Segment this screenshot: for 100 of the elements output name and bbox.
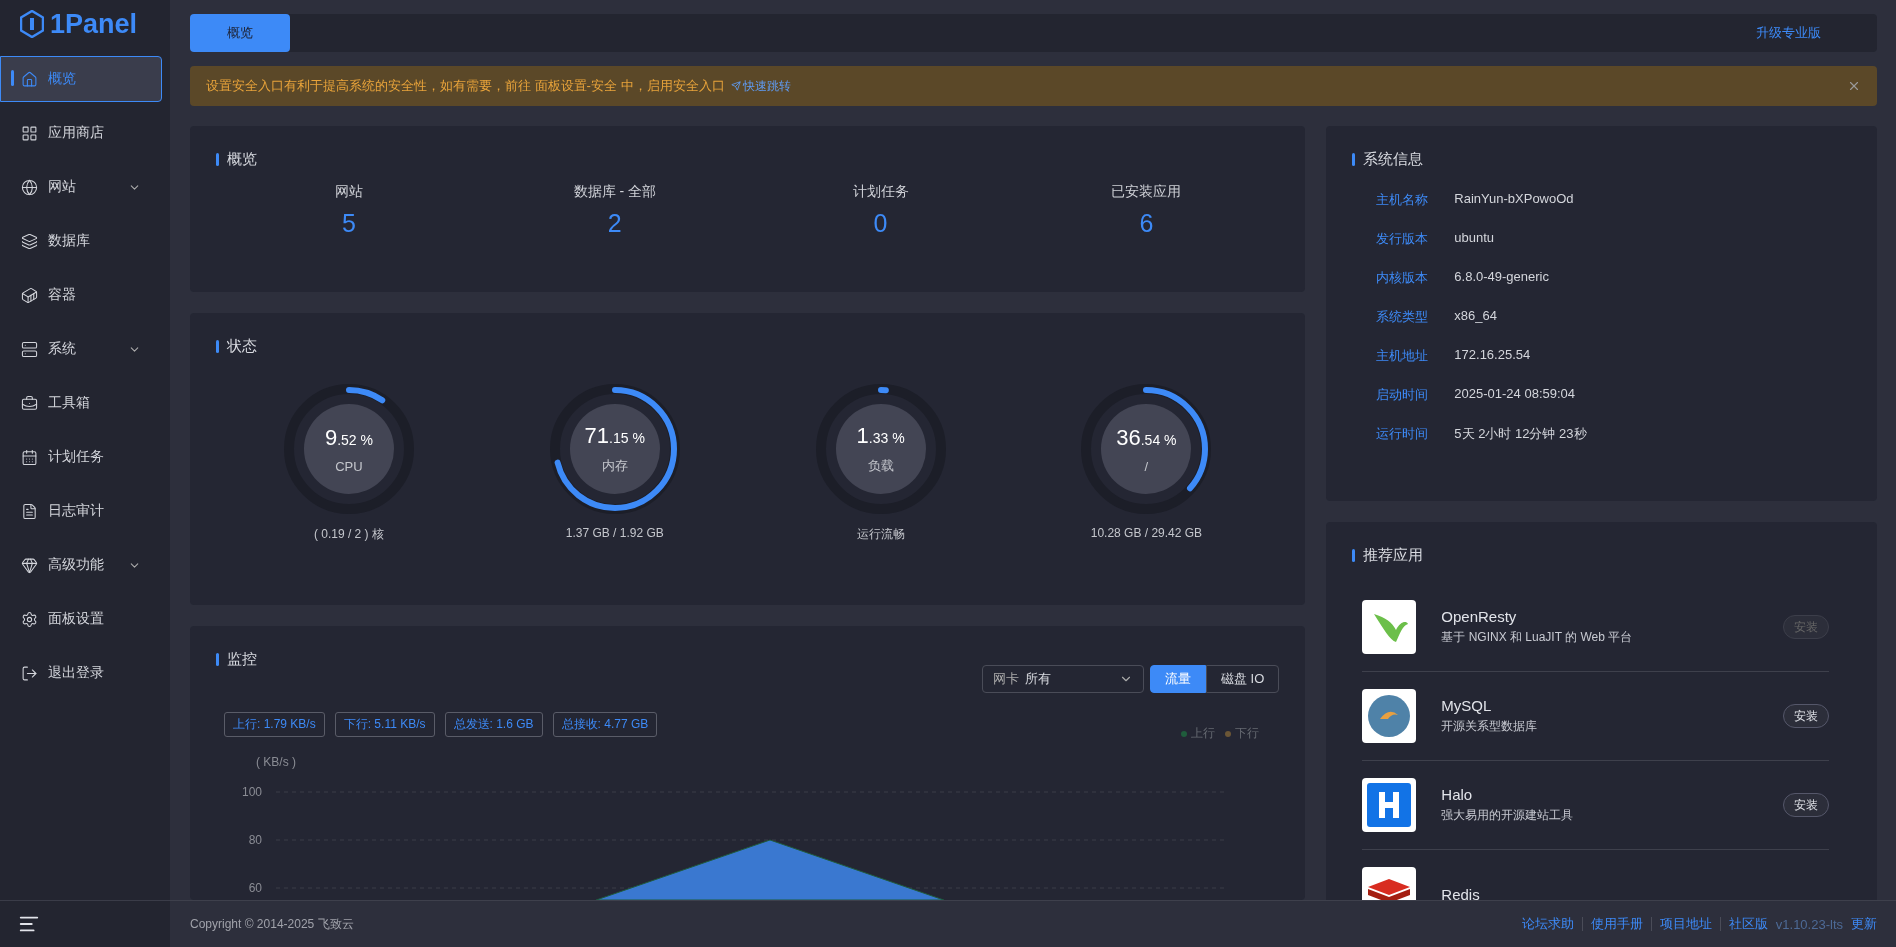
sidebar-item[interactable]: 应用商店	[0, 110, 162, 156]
axis-unit: ( KB/s )	[256, 755, 296, 769]
container-icon	[21, 286, 38, 304]
stat-value[interactable]: 0	[873, 209, 888, 238]
sidebar-item[interactable]: 容器	[0, 272, 162, 318]
layers-icon	[21, 232, 38, 250]
copyright-text: Copyright © 2014-2025 飞致云	[190, 915, 354, 933]
traffic-tag: 总发送: 1.6 GB	[444, 712, 543, 737]
traffic-tag: 总接收: 4.77 GB	[552, 712, 658, 737]
card-title: 推荐应用	[1352, 546, 1851, 565]
gauge-label: 内存	[601, 457, 628, 475]
gauge-label: 负载	[867, 457, 894, 475]
sidebar-item[interactable]: 退出登录	[0, 650, 162, 696]
stat-value[interactable]: 5	[341, 209, 356, 238]
stat-label: 网站	[334, 183, 363, 201]
footer-link[interactable]: 社区版	[1728, 915, 1768, 933]
gauge-detail: ( 0.19 / 2 ) 核	[313, 526, 384, 543]
tab[interactable]: 概览	[190, 14, 290, 52]
square-logo-icon	[1362, 778, 1417, 832]
gauge-detail: 10.28 GB / 29.42 GB	[1090, 526, 1203, 540]
traffic-tag: 下行: 5.11 KB/s	[334, 712, 435, 737]
diamond-icon	[21, 556, 38, 574]
footer-link[interactable]: 使用手册	[1590, 915, 1643, 933]
sidebar-item[interactable]: 计划任务	[0, 434, 162, 480]
gauge-value: 1.33 %	[856, 423, 905, 449]
stat-value[interactable]: 2	[607, 209, 622, 238]
calendar-icon	[21, 448, 38, 466]
tick-label: 100	[241, 785, 262, 799]
info-label: 主机地址	[1376, 347, 1430, 365]
card-title: 系统信息	[1352, 150, 1851, 169]
gauge-detail: 1.37 GB / 1.92 GB	[565, 526, 664, 540]
footer-link[interactable]: 项目地址	[1659, 915, 1712, 933]
info-value: 2025-01-24 08:59:04	[1454, 386, 1576, 403]
stat-value[interactable]: 6	[1139, 209, 1154, 238]
app-name: Redis	[1441, 885, 1481, 900]
sidebar-item[interactable]: 面板设置	[0, 596, 162, 642]
logo-text: 1Panel	[50, 8, 138, 40]
info-value: x86_64	[1454, 308, 1497, 325]
app-description: 强大易用的开源建站工具	[1441, 807, 1575, 824]
hexagon-logo-icon	[20, 10, 44, 38]
alert-link[interactable]: 快速跳转	[730, 77, 791, 95]
tick-label: 80	[248, 833, 262, 847]
alert-message: 设置安全入口有利于提高系统的安全性，如有需要，前往 面板设置-安全 中，启用安全入口	[206, 77, 725, 95]
info-value: 5天 2小时 12分钟 23秒	[1454, 425, 1587, 443]
info-label: 运行时间	[1376, 425, 1430, 443]
toolbox-icon	[21, 394, 38, 412]
sidebar-item[interactable]: 高级功能	[0, 542, 162, 588]
info-value: RainYun-bXPowoOd	[1454, 191, 1574, 208]
version-text: v1.10.23-lts	[1775, 916, 1843, 932]
info-value: ubuntu	[1454, 230, 1495, 247]
legend-item[interactable]: 下行	[1225, 725, 1260, 742]
mode-toggle[interactable]: 流量	[1150, 665, 1206, 693]
gauge-value: 9.52 %	[324, 424, 373, 451]
sidebar-item[interactable]: 日志审计	[0, 488, 162, 534]
info-label: 主机名称	[1376, 191, 1430, 209]
info-label: 启动时间	[1376, 386, 1430, 404]
gauge-label: CPU	[335, 458, 363, 474]
card-title: 概览	[216, 150, 1280, 169]
card-title: 状态	[216, 337, 1280, 356]
info-label: 系统类型	[1376, 308, 1430, 326]
close-icon[interactable]	[1847, 79, 1861, 93]
sidebar-item[interactable]: 系统	[0, 326, 162, 372]
send-icon	[730, 81, 741, 91]
sidebar-item[interactable]: 概览	[0, 56, 162, 102]
nic-select[interactable]: 网卡 所有	[982, 665, 1144, 693]
sidebar-item[interactable]: 数据库	[0, 218, 162, 264]
app-name: OpenResty	[1441, 608, 1518, 625]
footer-link[interactable]: 论坛求助	[1521, 915, 1574, 933]
dolphin-logo-icon	[1362, 689, 1417, 743]
mode-toggle[interactable]: 磁盘 IO	[1206, 665, 1280, 693]
info-value: 172.16.25.54	[1454, 347, 1531, 364]
stat-label: 数据库 - 全部	[573, 183, 656, 201]
app-description: 开源关系型数据库	[1441, 718, 1539, 735]
install-button[interactable]: 安装	[1783, 704, 1830, 728]
logout-icon	[21, 664, 38, 682]
tick-label: 60	[248, 881, 262, 895]
document-icon	[21, 502, 38, 520]
gauge-detail: 运行流畅	[856, 526, 905, 543]
settings-icon	[21, 610, 38, 628]
info-label: 内核版本	[1376, 269, 1430, 287]
update-link[interactable]: 更新	[1851, 915, 1877, 933]
stat-label: 已安装应用	[1111, 183, 1182, 201]
upgrade-link[interactable]: 升级专业版	[1756, 24, 1821, 42]
server-icon	[21, 340, 38, 358]
traffic-tag: 上行: 1.79 KB/s	[224, 712, 325, 737]
stat-label: 计划任务	[852, 183, 909, 201]
gauge-label: /	[1144, 458, 1149, 474]
sidebar-item[interactable]: 工具箱	[0, 380, 162, 426]
app-description: 基于 NGINX 和 LuaJIT 的 Web 平台	[1441, 629, 1634, 646]
info-value: 6.8.0-49-generic	[1454, 269, 1549, 286]
globe-icon	[21, 178, 38, 196]
gauge-value: 71.15 %	[584, 423, 645, 449]
app-name: Halo	[1441, 786, 1474, 803]
info-label: 发行版本	[1376, 230, 1430, 248]
bird-logo-icon	[1362, 600, 1417, 654]
sidebar-item[interactable]: 网站	[0, 164, 162, 210]
app-name: MySQL	[1441, 697, 1493, 714]
grid-icon	[21, 124, 38, 142]
home-icon	[21, 70, 38, 88]
install-button[interactable]: 安装	[1783, 793, 1830, 817]
